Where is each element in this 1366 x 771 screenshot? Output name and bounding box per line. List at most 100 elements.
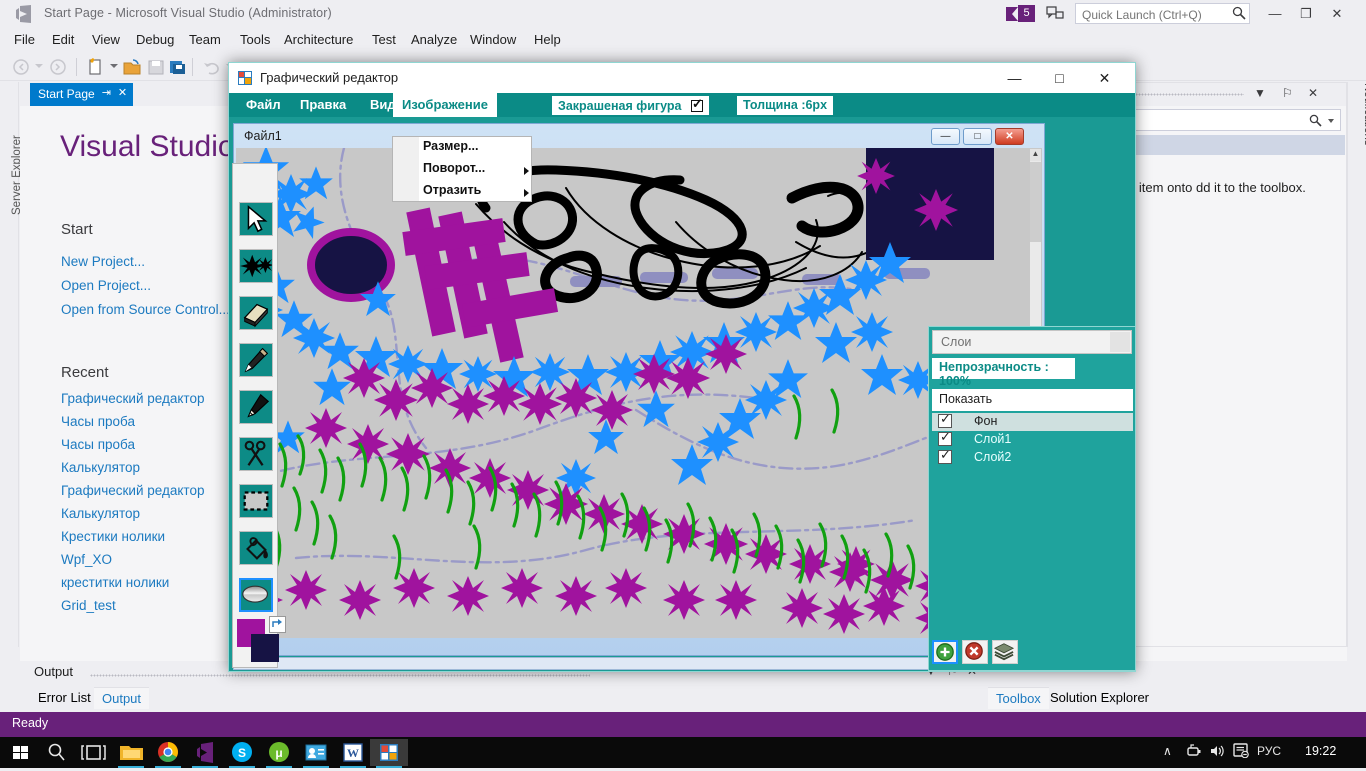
mdi-maximize-button[interactable]: □: [963, 128, 992, 145]
undo-icon[interactable]: [202, 57, 222, 77]
star-tool[interactable]: [239, 249, 273, 283]
layer-row-1[interactable]: Слой1: [932, 429, 1133, 449]
vs-close-button[interactable]: ✕: [1324, 4, 1350, 24]
rectangle-select-tool[interactable]: [239, 484, 273, 518]
thickness-indicator[interactable]: Толщина :6px: [737, 96, 834, 115]
gfx-menu-image[interactable]: Изображение: [393, 93, 497, 117]
graphic-editor-button[interactable]: [370, 739, 408, 766]
layer-row-background[interactable]: Фон: [932, 411, 1133, 431]
link-open-source-control[interactable]: Open from Source Control...: [61, 302, 230, 317]
ellipse-tool[interactable]: [239, 578, 273, 612]
cursor-tool[interactable]: [239, 202, 273, 236]
menu-view[interactable]: View: [86, 30, 126, 49]
recent-item-5[interactable]: Калькулятор: [61, 506, 140, 521]
network-icon[interactable]: [1186, 744, 1203, 758]
language-indicator[interactable]: РУС: [1257, 744, 1281, 758]
gfx-menu-file[interactable]: Файл: [237, 93, 290, 117]
menu-tools[interactable]: Tools: [234, 30, 276, 49]
tab-output[interactable]: Output: [94, 687, 150, 709]
recent-item-1[interactable]: Часы проба: [61, 414, 135, 429]
fill-tool[interactable]: [239, 531, 273, 565]
menu-help[interactable]: Help: [528, 30, 567, 49]
filled-shape-toggle[interactable]: Закрашеная фигура: [552, 96, 709, 115]
new-project-icon[interactable]: [86, 57, 106, 77]
recent-item-8[interactable]: креститки нолики: [61, 575, 169, 590]
scissors-tool[interactable]: [239, 437, 273, 471]
eraser-tool[interactable]: [239, 296, 273, 330]
layers-combo-button[interactable]: [1110, 332, 1130, 352]
layer-visibility-checkbox[interactable]: [938, 411, 952, 428]
recent-item-0[interactable]: Графический редактор: [61, 391, 204, 406]
gfx-minimize-button[interactable]: —: [992, 63, 1037, 93]
secondary-color-swatch[interactable]: [251, 634, 279, 662]
recent-item-2[interactable]: Часы проба: [61, 437, 135, 452]
recent-item-9[interactable]: Grid_test: [61, 598, 116, 613]
menu-edit[interactable]: Edit: [46, 30, 80, 49]
layers-combo[interactable]: Слои: [932, 330, 1132, 354]
gfx-close-button[interactable]: ✕: [1082, 63, 1127, 93]
contacts-button[interactable]: [297, 739, 335, 766]
gfx-maximize-button[interactable]: □: [1037, 63, 1082, 93]
pen-tool[interactable]: [239, 390, 273, 424]
mdi-close-button[interactable]: ✕: [995, 128, 1024, 145]
quick-launch-input[interactable]: [1075, 3, 1250, 24]
scroll-up-arrow-icon[interactable]: ▲: [1030, 149, 1041, 161]
pin-icon[interactable]: ⇥: [102, 87, 111, 100]
utorrent-button[interactable]: μ: [260, 739, 298, 766]
skype-button[interactable]: S: [223, 739, 261, 766]
layer-visibility-checkbox[interactable]: [938, 429, 952, 446]
save-all-icon[interactable]: [168, 57, 188, 77]
word-button[interactable]: W: [334, 739, 372, 766]
tab-start-page[interactable]: Start Page ⇥ ✕: [30, 83, 134, 106]
menu-team[interactable]: Team: [183, 30, 227, 49]
menu-file[interactable]: File: [8, 30, 41, 49]
open-file-icon[interactable]: [122, 57, 142, 77]
link-open-project[interactable]: Open Project...: [61, 278, 151, 293]
navigate-forward-icon[interactable]: [48, 57, 68, 77]
file-explorer-button[interactable]: [112, 739, 150, 766]
recent-item-3[interactable]: Калькулятор: [61, 460, 140, 475]
mdi-minimize-button[interactable]: —: [931, 128, 960, 145]
toolbox-dropdown-button[interactable]: ▼: [1254, 86, 1266, 100]
recent-item-6[interactable]: Крестики нолики: [61, 529, 165, 544]
add-layer-button[interactable]: [932, 640, 958, 664]
tab-error-list[interactable]: Error List: [30, 687, 99, 708]
swap-colors-icon[interactable]: [269, 616, 286, 633]
tray-expand-chevron-icon[interactable]: ∧: [1163, 744, 1172, 758]
scrollbar-thumb[interactable]: [1030, 162, 1041, 242]
chevron-down-icon[interactable]: [35, 64, 43, 68]
menu-debug[interactable]: Debug: [130, 30, 180, 49]
visual-studio-button[interactable]: [186, 739, 224, 766]
clock[interactable]: 19:22: [1305, 744, 1336, 758]
delete-layer-button[interactable]: [962, 640, 988, 664]
menu-item-flip[interactable]: Отразить: [423, 183, 531, 205]
notifications-tab[interactable]: Notifications: [1347, 82, 1366, 647]
close-icon[interactable]: ✕: [118, 87, 127, 100]
menu-item-size[interactable]: Размер...: [423, 139, 531, 161]
google-chrome-button[interactable]: [149, 739, 187, 766]
layer-row-2[interactable]: Слой2: [932, 447, 1133, 467]
server-explorer-tab[interactable]: Server Explorer: [0, 82, 23, 647]
chevron-down-icon[interactable]: [1328, 119, 1334, 123]
notification-count-badge[interactable]: 5: [1018, 5, 1035, 22]
tab-toolbox[interactable]: Toolbox: [988, 687, 1049, 709]
drag-grip[interactable]: [90, 674, 590, 677]
volume-icon[interactable]: [1209, 744, 1225, 758]
vs-minimize-button[interactable]: —: [1262, 4, 1288, 24]
menu-item-rotate[interactable]: Поворот...: [423, 161, 531, 183]
tab-solution-explorer[interactable]: Solution Explorer: [1042, 687, 1157, 708]
menu-analyze[interactable]: Analyze: [405, 30, 463, 49]
start-button[interactable]: [2, 739, 40, 766]
vs-restore-button[interactable]: ❐: [1293, 4, 1319, 24]
toolbox-pin-button[interactable]: ⚐: [1282, 86, 1293, 100]
action-center-icon[interactable]: [1233, 743, 1249, 758]
pencil-tool[interactable]: [239, 343, 273, 377]
menu-test[interactable]: Test: [366, 30, 402, 49]
recent-item-7[interactable]: Wpf_XO: [61, 552, 112, 567]
save-icon[interactable]: [146, 57, 166, 77]
feedback-icon[interactable]: [1046, 4, 1064, 22]
layer-visibility-checkbox[interactable]: [938, 447, 952, 464]
recent-item-4[interactable]: Графический редактор: [61, 483, 204, 498]
toolbox-close-button[interactable]: ✕: [1308, 86, 1318, 100]
drawing-canvas[interactable]: [236, 148, 1032, 638]
